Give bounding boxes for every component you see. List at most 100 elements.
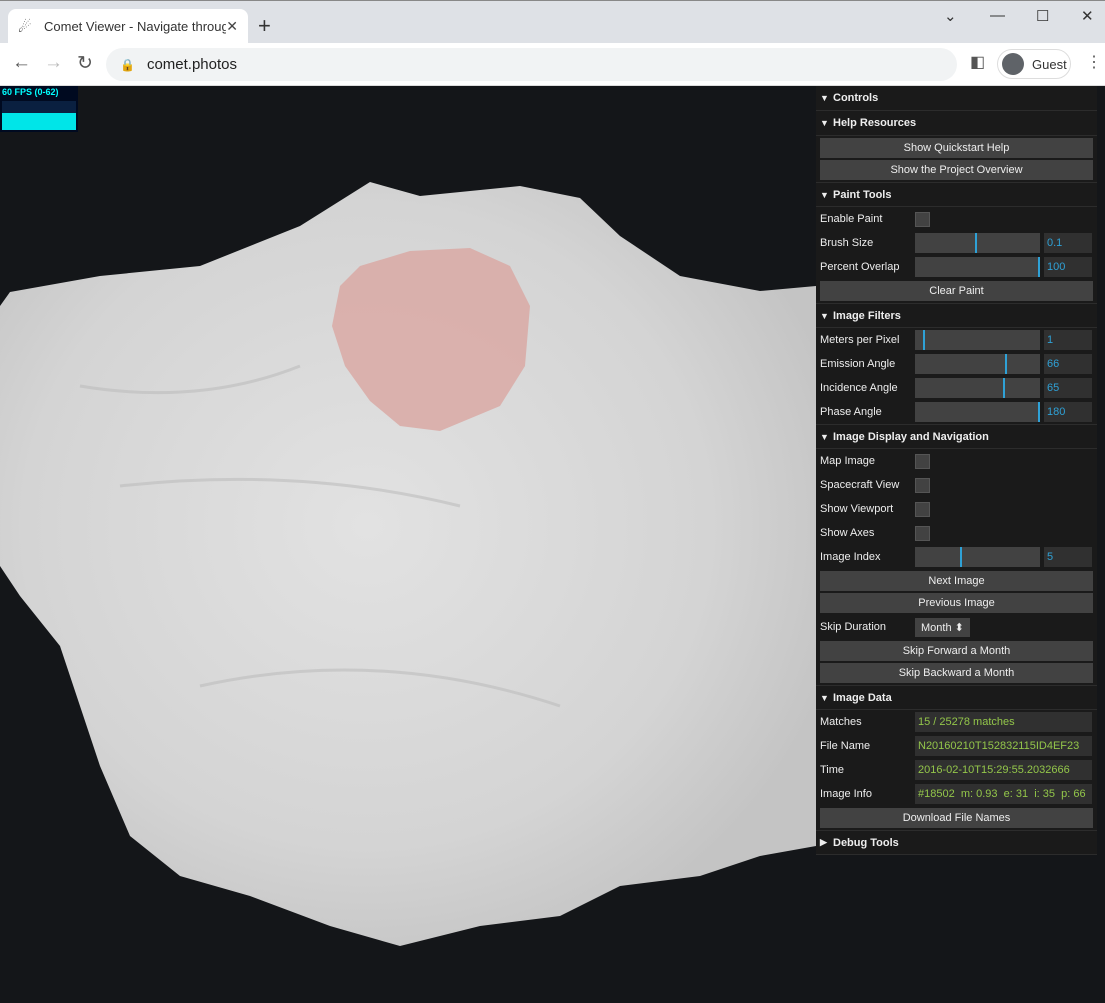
- tab-bar: ☄ Comet Viewer - Navigate through ✕ + ⌄ …: [0, 0, 1105, 44]
- download-file-names-button[interactable]: Download File Names: [820, 808, 1093, 828]
- chevron-down-icon: ▼: [820, 118, 829, 128]
- emission-angle-input[interactable]: 66: [1044, 354, 1092, 374]
- image-info-field[interactable]: #18502 m: 0.93 e: 31 i: 35 p: 66: [915, 784, 1092, 804]
- menu-icon[interactable]: ⋮: [1086, 52, 1102, 72]
- header-label: Image Filters: [833, 309, 901, 322]
- label: Spacecraft View: [820, 479, 900, 491]
- filters-header[interactable]: ▼ Image Filters: [816, 303, 1097, 328]
- controls-header[interactable]: ▼ Controls: [816, 86, 1097, 111]
- comet-3d-viewport[interactable]: [0, 86, 816, 1003]
- previous-image-button[interactable]: Previous Image: [820, 593, 1093, 613]
- overview-button[interactable]: Show the Project Overview: [820, 160, 1093, 180]
- label: Emission Angle: [820, 358, 896, 370]
- label: File Name: [820, 740, 871, 752]
- controls-panel: ▼ Controls ▼ Help Resources Show Quickstar…: [816, 86, 1097, 855]
- slider-marker[interactable]: [1005, 354, 1007, 374]
- header-label: Image Data: [833, 691, 892, 704]
- label: Incidence Angle: [820, 382, 898, 394]
- minimize-icon[interactable]: —: [990, 7, 1005, 24]
- avatar: [1002, 53, 1024, 75]
- label: Phase Angle: [820, 406, 882, 418]
- matches-field[interactable]: 15 / 25278 matches: [915, 712, 1092, 732]
- brush-size-input[interactable]: 0.1: [1044, 233, 1092, 253]
- header-label: Debug Tools: [833, 836, 899, 849]
- label: Time: [820, 764, 845, 776]
- phase-angle-slider[interactable]: [915, 402, 1040, 422]
- fps-graph: [2, 101, 76, 130]
- lock-icon: 🔒: [120, 57, 135, 72]
- address-bar: ← → ↻ 🔒 comet.photos ◧ Guest ⋮: [0, 43, 1105, 86]
- label: Meters per Pixel: [820, 334, 900, 346]
- enable-paint-checkbox[interactable]: [915, 211, 930, 227]
- meters-per-pixel-input[interactable]: 1: [1044, 330, 1092, 350]
- slider-marker[interactable]: [1038, 402, 1040, 422]
- chevron-down-icon: ▼: [820, 189, 829, 200]
- forward-icon[interactable]: →: [44, 52, 63, 74]
- label: Matches: [820, 716, 862, 728]
- file-name-field[interactable]: N20160210T152832115ID4EF23: [915, 736, 1092, 756]
- label: Percent Overlap: [820, 261, 900, 273]
- label: Image Info: [820, 788, 872, 800]
- image-data-header[interactable]: ▼ Image Data: [816, 685, 1097, 710]
- slider-marker[interactable]: [1002, 378, 1005, 398]
- debug-header[interactable]: ▶ Debug Tools: [816, 830, 1097, 855]
- fps-label: 60 FPS (0-62): [2, 87, 59, 97]
- show-viewport-checkbox[interactable]: [915, 501, 930, 517]
- new-tab-icon[interactable]: +: [258, 13, 271, 39]
- chevron-down-icon: ▼: [820, 93, 829, 103]
- phase-angle-input[interactable]: 180: [1044, 402, 1092, 422]
- skip-duration-select[interactable]: Month ⬍: [915, 617, 970, 637]
- label: Skip Duration: [820, 621, 887, 633]
- skip-backward-button[interactable]: Skip Backward a Month: [820, 663, 1093, 683]
- url-input[interactable]: 🔒 comet.photos: [106, 48, 957, 81]
- fps-meter: 60 FPS (0-62): [0, 86, 78, 132]
- image-index-input[interactable]: 5: [1044, 547, 1092, 567]
- tab-search-icon[interactable]: ⌄: [944, 7, 957, 25]
- slider-marker[interactable]: [1038, 257, 1040, 277]
- emission-angle-slider[interactable]: [915, 354, 1040, 374]
- next-image-button[interactable]: Next Image: [820, 571, 1093, 591]
- maximize-icon[interactable]: ☐: [1036, 7, 1049, 25]
- header-label: Paint Tools: [833, 188, 892, 201]
- browser-tab[interactable]: ☄ Comet Viewer - Navigate through ✕: [8, 9, 248, 44]
- brush-size-slider[interactable]: [915, 233, 1040, 253]
- chevron-down-icon: ▼: [820, 431, 829, 442]
- show-axes-checkbox[interactable]: [915, 525, 930, 541]
- display-header[interactable]: ▼ Image Display and Navigation: [816, 424, 1097, 449]
- label: Show Viewport: [820, 503, 894, 515]
- close-tab-icon[interactable]: ✕: [226, 18, 238, 35]
- chevron-down-icon: ▼: [820, 692, 829, 703]
- skip-forward-button[interactable]: Skip Forward a Month: [820, 641, 1093, 661]
- header-label: Controls: [833, 92, 879, 104]
- label: Show Axes: [820, 527, 875, 539]
- meters-per-pixel-slider[interactable]: [915, 330, 1040, 350]
- percent-overlap-slider[interactable]: [915, 257, 1040, 277]
- incidence-angle-slider[interactable]: [915, 378, 1040, 398]
- clear-paint-button[interactable]: Clear Paint: [820, 281, 1093, 301]
- label: Enable Paint: [820, 213, 883, 225]
- spacecraft-view-checkbox[interactable]: [915, 477, 930, 493]
- label: Map Image: [820, 455, 876, 467]
- map-image-checkbox[interactable]: [915, 453, 930, 469]
- paint-header[interactable]: ▼ Paint Tools: [816, 182, 1097, 207]
- header-label: Help Resources: [833, 117, 917, 129]
- quickstart-button[interactable]: Show Quickstart Help: [820, 138, 1093, 158]
- reload-icon[interactable]: ↻: [77, 52, 93, 75]
- tab-title: Comet Viewer - Navigate through: [44, 19, 227, 34]
- url-text: comet.photos: [146, 56, 238, 73]
- image-index-slider[interactable]: [915, 547, 1040, 567]
- incidence-angle-input[interactable]: 65: [1044, 378, 1092, 398]
- time-field[interactable]: 2016-02-10T15:29:55.2032666: [915, 760, 1092, 780]
- label: Brush Size: [820, 237, 874, 249]
- close-window-icon[interactable]: ✕: [1081, 7, 1094, 25]
- slider-marker[interactable]: [975, 233, 977, 253]
- slider-marker[interactable]: [960, 547, 962, 567]
- help-header[interactable]: ▼ Help Resources: [816, 111, 1097, 136]
- profile-button[interactable]: Guest: [997, 49, 1071, 79]
- percent-overlap-input[interactable]: 100: [1044, 257, 1092, 277]
- comet-favicon-icon: ☄: [18, 18, 32, 36]
- slider-marker[interactable]: [922, 330, 925, 350]
- back-icon[interactable]: ←: [12, 52, 31, 74]
- side-panel-icon[interactable]: ◧: [970, 52, 985, 72]
- header-label: Image Display and Navigation: [833, 430, 989, 443]
